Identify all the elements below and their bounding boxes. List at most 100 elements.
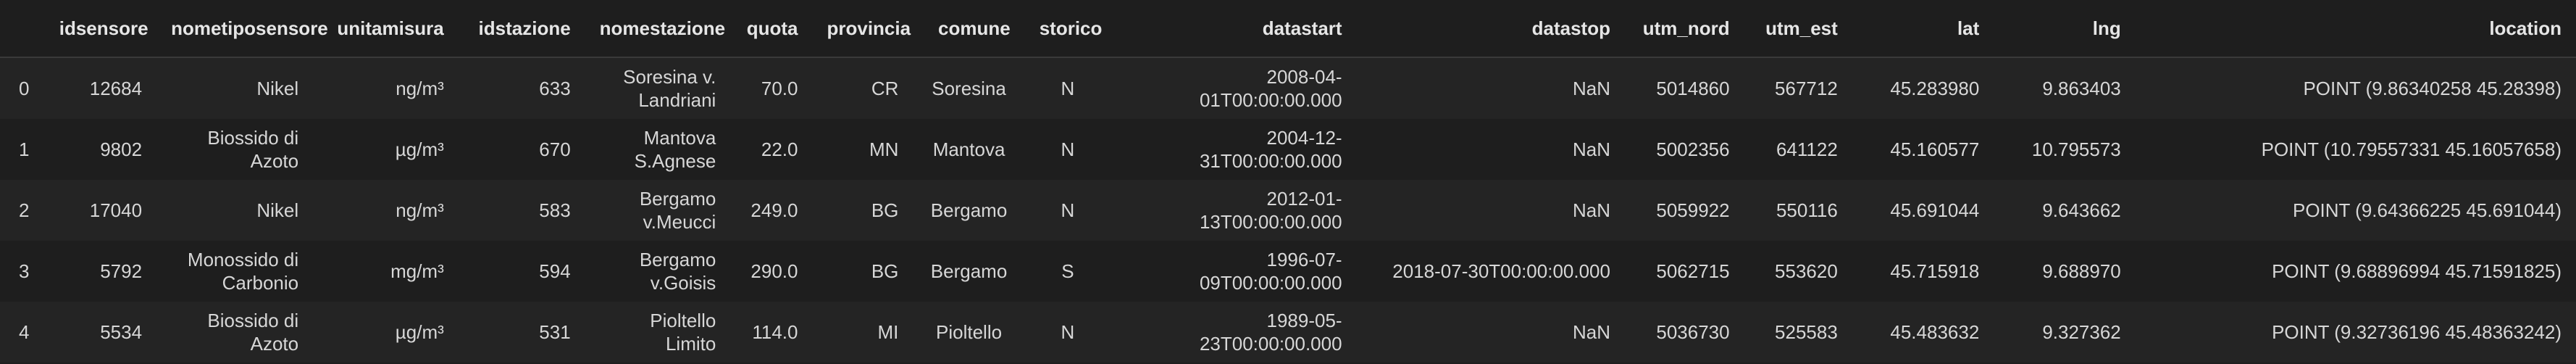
cell-quota: 114.0 bbox=[730, 302, 813, 363]
cell-unitamisura: ng/m³ bbox=[313, 180, 459, 241]
column-header-idsensore: idsensore bbox=[44, 0, 157, 58]
cell-quota: 249.0 bbox=[730, 180, 813, 241]
cell-storico: N bbox=[1024, 180, 1111, 241]
column-header-storico: storico bbox=[1024, 0, 1111, 58]
column-header-utm-nord: utm_nord bbox=[1624, 0, 1744, 58]
cell-datastop: NaN bbox=[1356, 302, 1625, 363]
cell-nometiposensore: Nikel bbox=[156, 57, 314, 119]
cell-provincia: CR bbox=[812, 57, 913, 119]
cell-idsensore: 9802 bbox=[44, 119, 157, 180]
cell-datastart: 1989-05-23T00:00:00.000 bbox=[1111, 302, 1357, 363]
row-index: 3 bbox=[0, 241, 45, 302]
column-header-datastop: datastop bbox=[1356, 0, 1625, 58]
cell-idstazione: 670 bbox=[458, 119, 585, 180]
table-row: 0 12684 Nikel ng/m³ 633 Soresina v. Land… bbox=[0, 57, 2576, 119]
cell-idstazione: 583 bbox=[458, 180, 585, 241]
cell-lng: 9.863403 bbox=[1994, 57, 2136, 119]
column-header-location: location bbox=[2135, 0, 2576, 58]
cell-nometiposensore: Nikel bbox=[156, 180, 314, 241]
column-header-provincia: provincia bbox=[812, 0, 913, 58]
column-header-nometiposensore: nometiposensore bbox=[156, 0, 328, 58]
row-index: 0 bbox=[0, 57, 45, 119]
cell-location: POINT (9.86340258 45.28398) bbox=[2135, 57, 2576, 119]
cell-nomestazione: Bergamo v.Meucci bbox=[585, 180, 731, 241]
table-header: idsensore nometiposensore unitamisura id… bbox=[0, 0, 2576, 58]
cell-utm-nord: 5036730 bbox=[1624, 302, 1744, 363]
cell-lat: 45.483632 bbox=[1852, 302, 1994, 363]
cell-idsensore: 17040 bbox=[44, 180, 157, 241]
cell-datastart: 2008-04-01T00:00:00.000 bbox=[1111, 57, 1357, 119]
cell-nometiposensore: Monossido di Carbonio bbox=[156, 241, 314, 302]
cell-utm-nord: 5002356 bbox=[1624, 119, 1744, 180]
column-header-utm-est: utm_est bbox=[1744, 0, 1852, 58]
cell-lng: 10.795573 bbox=[1994, 119, 2136, 180]
cell-unitamisura: mg/m³ bbox=[313, 241, 459, 302]
cell-location: POINT (9.32736196 45.48363242) bbox=[2135, 302, 2576, 363]
cell-unitamisura: ng/m³ bbox=[313, 57, 459, 119]
cell-location: POINT (9.64366225 45.691044) bbox=[2135, 180, 2576, 241]
cell-nometiposensore: Biossido di Azoto bbox=[156, 302, 314, 363]
cell-unitamisura: µg/m³ bbox=[313, 119, 459, 180]
dataframe-table: idsensore nometiposensore unitamisura id… bbox=[0, 0, 2576, 363]
cell-provincia: MI bbox=[812, 302, 913, 363]
cell-comune: Bergamo bbox=[913, 241, 1025, 302]
cell-idsensore: 5534 bbox=[44, 302, 157, 363]
cell-comune: Pioltello bbox=[913, 302, 1025, 363]
cell-provincia: MN bbox=[812, 119, 913, 180]
cell-idstazione: 531 bbox=[458, 302, 585, 363]
table-row: 2 17040 Nikel ng/m³ 583 Bergamo v.Meucci… bbox=[0, 180, 2576, 241]
cell-idstazione: 633 bbox=[458, 57, 585, 119]
cell-datastop: NaN bbox=[1356, 180, 1625, 241]
cell-lat: 45.715918 bbox=[1852, 241, 1994, 302]
cell-lat: 45.691044 bbox=[1852, 180, 1994, 241]
column-header-quota: quota bbox=[730, 0, 813, 58]
cell-quota: 22.0 bbox=[730, 119, 813, 180]
row-index: 1 bbox=[0, 119, 45, 180]
cell-lat: 45.160577 bbox=[1852, 119, 1994, 180]
cell-quota: 70.0 bbox=[730, 57, 813, 119]
cell-lat: 45.283980 bbox=[1852, 57, 1994, 119]
cell-utm-est: 641122 bbox=[1744, 119, 1852, 180]
cell-idstazione: 594 bbox=[458, 241, 585, 302]
cell-quota: 290.0 bbox=[730, 241, 813, 302]
cell-provincia: BG bbox=[812, 180, 913, 241]
row-index: 2 bbox=[0, 180, 45, 241]
cell-nomestazione: Soresina v. Landriani bbox=[585, 57, 731, 119]
cell-nomestazione: Bergamo v.Goisis bbox=[585, 241, 731, 302]
cell-datastop: NaN bbox=[1356, 119, 1625, 180]
cell-nomestazione: Pioltello Limito bbox=[585, 302, 731, 363]
column-header-nomestazione: nomestazione bbox=[585, 0, 731, 58]
column-header-lat: lat bbox=[1852, 0, 1994, 58]
cell-idsensore: 5792 bbox=[44, 241, 157, 302]
cell-nomestazione: Mantova S.Agnese bbox=[585, 119, 731, 180]
column-header-datastart: datastart bbox=[1111, 0, 1357, 58]
cell-datastop: NaN bbox=[1356, 57, 1625, 119]
cell-storico: N bbox=[1024, 119, 1111, 180]
cell-datastart: 2012-01-13T00:00:00.000 bbox=[1111, 180, 1357, 241]
column-header-index bbox=[0, 0, 45, 58]
column-header-idstazione: idstazione bbox=[458, 0, 585, 58]
cell-utm-est: 553620 bbox=[1744, 241, 1852, 302]
table-body: 0 12684 Nikel ng/m³ 633 Soresina v. Land… bbox=[0, 57, 2576, 363]
cell-nometiposensore: Biossido di Azoto bbox=[156, 119, 314, 180]
cell-unitamisura: µg/m³ bbox=[313, 302, 459, 363]
cell-utm-est: 567712 bbox=[1744, 57, 1852, 119]
cell-provincia: BG bbox=[812, 241, 913, 302]
table-row: 3 5792 Monossido di Carbonio mg/m³ 594 B… bbox=[0, 241, 2576, 302]
cell-storico: N bbox=[1024, 302, 1111, 363]
cell-datastop: 2018-07-30T00:00:00.000 bbox=[1356, 241, 1625, 302]
column-header-comune: comune bbox=[913, 0, 1025, 58]
cell-storico: S bbox=[1024, 241, 1111, 302]
table-row: 1 9802 Biossido di Azoto µg/m³ 670 Manto… bbox=[0, 119, 2576, 180]
cell-utm-nord: 5062715 bbox=[1624, 241, 1744, 302]
row-index: 4 bbox=[0, 302, 45, 363]
cell-utm-nord: 5059922 bbox=[1624, 180, 1744, 241]
cell-location: POINT (9.68896994 45.71591825) bbox=[2135, 241, 2576, 302]
cell-comune: Soresina bbox=[913, 57, 1025, 119]
dataframe-output: idsensore nometiposensore unitamisura id… bbox=[0, 0, 2576, 364]
cell-comune: Bergamo bbox=[913, 180, 1025, 241]
cell-location: POINT (10.79557331 45.16057658) bbox=[2135, 119, 2576, 180]
cell-lng: 9.327362 bbox=[1994, 302, 2136, 363]
cell-utm-nord: 5014860 bbox=[1624, 57, 1744, 119]
cell-comune: Mantova bbox=[913, 119, 1025, 180]
